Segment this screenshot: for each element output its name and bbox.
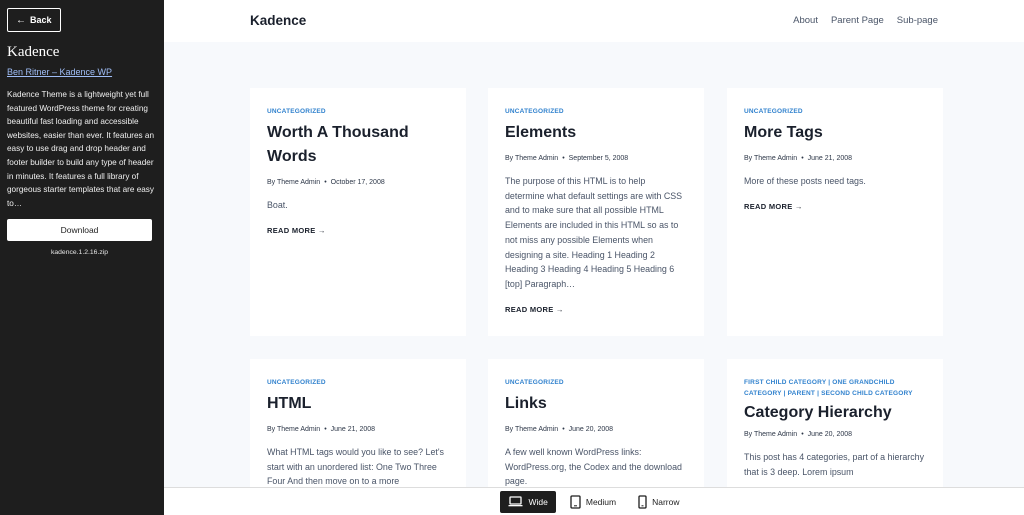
- arrow-left-icon: ←: [16, 14, 26, 26]
- post-excerpt: A few well known WordPress links: WordPr…: [505, 447, 682, 487]
- theme-author-link[interactable]: Ben Ritner – Kadence WP: [7, 67, 157, 77]
- nav-parent-page[interactable]: Parent Page: [831, 15, 884, 26]
- post-author: By Theme Admin: [505, 155, 559, 162]
- post-meta: By Theme Admin • June 21, 2008: [744, 155, 853, 162]
- post-category[interactable]: UNCATEGORIZED: [505, 377, 687, 388]
- post-author: By Theme Admin: [267, 179, 321, 186]
- theme-preview-sidebar: ← Back Kadence Ben Ritner – Kadence WP K…: [0, 0, 164, 515]
- post-date: June 20, 2008: [807, 431, 853, 438]
- tablet-icon: [570, 494, 581, 509]
- post-excerpt: Boat.: [267, 200, 288, 210]
- post-title[interactable]: Elements: [505, 121, 687, 145]
- phone-icon: [638, 494, 647, 509]
- post-category[interactable]: UNCATEGORIZED: [267, 377, 449, 388]
- post-excerpt: What HTML tags would you like to see? Le…: [267, 447, 444, 487]
- read-more-link[interactable]: READ MORE →: [505, 305, 687, 314]
- post-date: September 5, 2008: [568, 155, 629, 162]
- nav-about[interactable]: About: [793, 15, 818, 26]
- device-narrow-button[interactable]: Narrow: [630, 491, 687, 513]
- laptop-icon: [508, 496, 523, 507]
- post-title[interactable]: Worth A Thousand Words: [267, 121, 449, 169]
- post-title[interactable]: More Tags: [744, 121, 926, 145]
- post-card: UNCATEGORIZED Links By Theme Admin • June …: [488, 359, 704, 487]
- post-date: June 21, 2008: [807, 155, 853, 162]
- theme-description: Kadence Theme is a lightweight yet full …: [7, 90, 155, 208]
- post-author: By Theme Admin: [744, 431, 798, 438]
- post-date: June 20, 2008: [568, 426, 614, 433]
- device-medium-label: Medium: [585, 496, 617, 507]
- post-date: October 17, 2008: [330, 179, 385, 186]
- device-wide-button[interactable]: Wide: [500, 490, 556, 513]
- post-title[interactable]: Links: [505, 392, 687, 416]
- post-card: UNCATEGORIZED More Tags By Theme Admin • J…: [727, 88, 943, 336]
- nav-sub-page[interactable]: Sub-page: [897, 15, 938, 26]
- post-excerpt: More of these posts need tags.: [744, 176, 866, 186]
- site-logo[interactable]: Kadence: [250, 13, 306, 28]
- post-category[interactable]: UNCATEGORIZED: [267, 106, 449, 117]
- download-button[interactable]: Download: [7, 219, 152, 242]
- post-title[interactable]: HTML: [267, 392, 449, 416]
- post-author: By Theme Admin: [267, 426, 321, 433]
- device-wide-label: Wide: [528, 496, 548, 507]
- post-meta: By Theme Admin • June 21, 2008: [267, 426, 376, 433]
- post-author: By Theme Admin: [744, 155, 798, 162]
- zip-filename: kadence.1.2.16.zip: [50, 249, 109, 257]
- post-author: By Theme Admin: [505, 426, 559, 433]
- device-preview-bar: Wide Medium Narrow: [164, 487, 1024, 515]
- post-card: UNCATEGORIZED Elements By Theme Admin • Se…: [488, 88, 704, 336]
- read-more-link[interactable]: READ MORE →: [267, 226, 449, 235]
- post-meta: By Theme Admin • October 17, 2008: [267, 179, 385, 186]
- post-excerpt: The purpose of this HTML is to help dete…: [505, 176, 683, 289]
- back-label: Back: [30, 15, 52, 25]
- primary-nav: About Parent Page Sub-page: [793, 15, 938, 26]
- post-card: UNCATEGORIZED Worth A Thousand Words By …: [250, 88, 466, 336]
- back-button[interactable]: ← Back: [7, 8, 61, 32]
- post-category[interactable]: UNCATEGORIZED: [505, 106, 687, 117]
- post-excerpt: This post has 4 categories, part of a hi…: [744, 452, 925, 477]
- site-header: Kadence About Parent Page Sub-page: [164, 0, 1024, 42]
- post-meta: By Theme Admin • June 20, 2008: [744, 431, 853, 438]
- post-category[interactable]: UNCATEGORIZED: [744, 106, 926, 117]
- post-card: UNCATEGORIZED HTML By Theme Admin • June 2…: [250, 359, 466, 487]
- post-card: FIRST CHILD CATEGORY | ONE GRANDCHILD CA…: [727, 359, 943, 487]
- device-narrow-label: Narrow: [652, 496, 680, 507]
- post-category[interactable]: FIRST CHILD CATEGORY | ONE GRANDCHILD CA…: [744, 377, 926, 399]
- post-date: June 21, 2008: [330, 426, 376, 433]
- device-medium-button[interactable]: Medium: [562, 491, 624, 513]
- theme-name: Kadence: [7, 44, 60, 60]
- post-title[interactable]: Category Hierarchy: [744, 401, 926, 425]
- post-meta: By Theme Admin • June 20, 2008: [505, 426, 614, 433]
- read-more-link[interactable]: READ MORE →: [744, 202, 926, 211]
- post-meta: By Theme Admin • September 5, 2008: [505, 155, 629, 162]
